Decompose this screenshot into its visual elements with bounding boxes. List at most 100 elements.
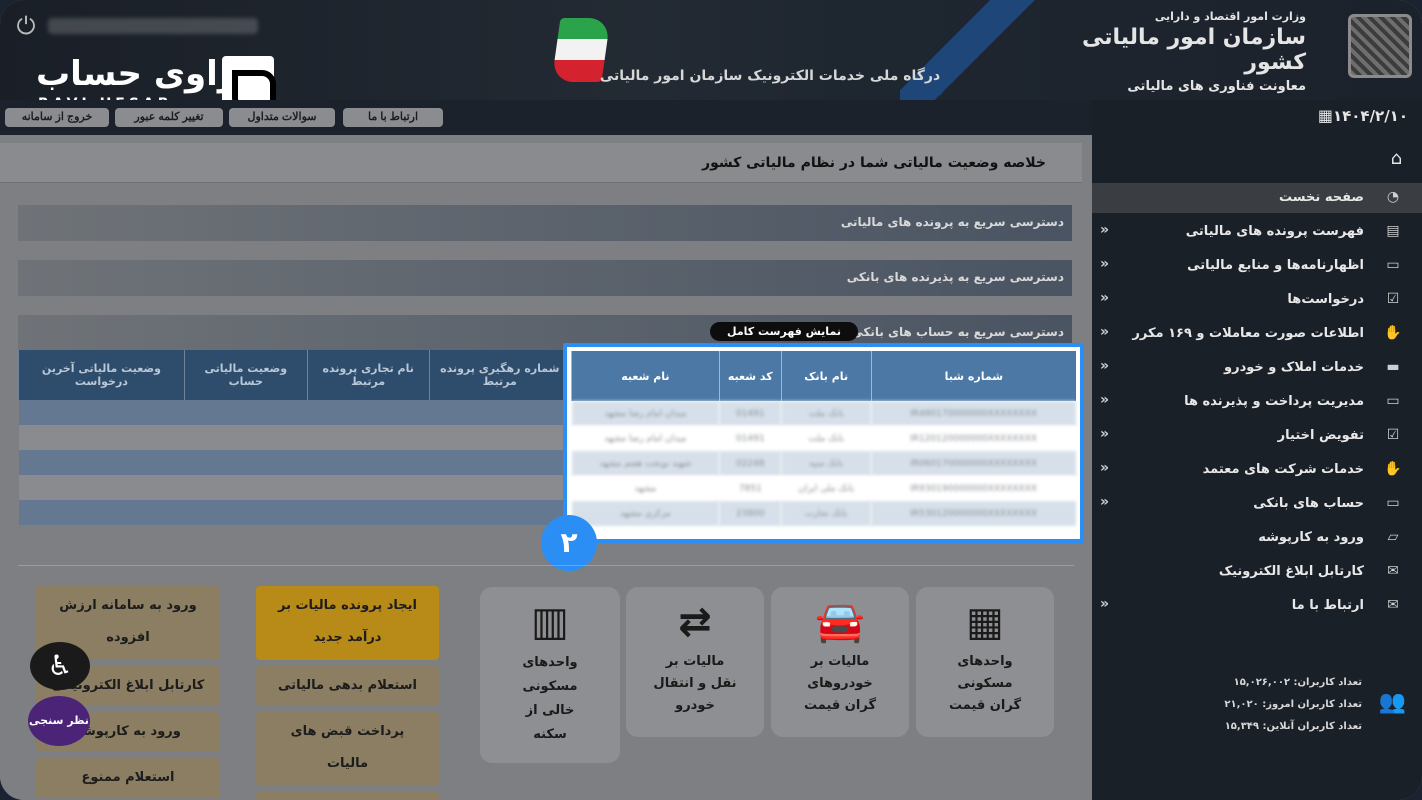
survey-button[interactable]: نظر سنجی — [28, 696, 90, 746]
mail-icon: ✉ — [1387, 597, 1399, 613]
logout-button[interactable]: خروج از سامانه — [5, 108, 109, 127]
sidebar-item-payments[interactable]: ▭ مدیریت پرداخت و پذیرنده ها « — [1092, 387, 1422, 417]
card-line: خالی از — [525, 703, 575, 718]
sidebar-item-declarations[interactable]: ▭ اظهارنامه‌ها و منابع مالیاتی « — [1092, 251, 1422, 281]
sidebar-item-label: خدمات املاک و خودرو — [1224, 360, 1364, 375]
contact-button[interactable]: ارتباط با ما — [343, 108, 443, 127]
card-line: خودرو — [675, 698, 715, 713]
card-line: گران قیمت — [948, 698, 1022, 713]
card-luxury-cars[interactable]: 🚘 مالیات بر خودروهای گران قیمت — [771, 587, 909, 737]
table-row[interactable]: میدان امام رضا مشهد 01491 بانک ملت IR120… — [571, 426, 1076, 451]
handshake-icon: ✋ — [1384, 461, 1402, 477]
sidebar-item-property-car[interactable]: ▬ خدمات املاک و خودرو « — [1092, 353, 1422, 383]
col-branch-code: کد شعبه — [718, 351, 782, 401]
cell-branch-code: 01491 — [719, 401, 782, 426]
cell-branch-name: میدان امام رضا مشهد — [571, 401, 720, 426]
banned-inquiry-button[interactable]: استعلام ممنوع — [36, 758, 220, 798]
table-row[interactable]: مشهد 7851 بانک ملی ایران IR930190000000X… — [571, 476, 1076, 501]
chevron-left-icon: « — [1100, 460, 1110, 476]
cell-bank: بانک ملی ایران — [781, 476, 872, 501]
checklist-icon: ☑ — [1386, 291, 1400, 307]
deputy-label: معاونت فناوری های مالیاتی — [1127, 79, 1306, 94]
power-icon[interactable]: ⏻ — [12, 12, 40, 40]
chevron-left-icon: « — [1100, 222, 1110, 238]
sidebar-item-requests[interactable]: ☑ درخواست‌ها « — [1092, 285, 1422, 315]
sidebar-item-label: فهرست پرونده های مالیاتی — [1185, 224, 1364, 239]
sidebar-item-label: ارتباط با ما — [1291, 598, 1364, 613]
stat-today-users: تعداد کاربران امروز: ۲۱,۰۲۰ — [1224, 699, 1362, 710]
cell-branch-name: مرکزی مشهد — [571, 501, 720, 526]
building-icon: ▦ — [966, 599, 1004, 645]
new-tax-file-button[interactable]: ایجاد پرونده مالیات بر درآمد جدید — [256, 586, 439, 660]
card-line: گران قیمت — [803, 698, 877, 713]
chevron-left-icon: « — [1100, 392, 1110, 408]
stat-total-users: تعداد کاربران: ۱۵,۰۲۶,۰۰۲ — [1233, 677, 1362, 688]
tile-line: استعلام ممنوع — [81, 770, 175, 785]
home-icon[interactable]: ⌂ — [1391, 148, 1402, 169]
sidebar-item-label: اطلاعات صورت معاملات و ۱۶۹ مکرر — [1132, 326, 1364, 341]
card-line: مسکونی — [957, 676, 1013, 691]
sidebar-item-tax-files[interactable]: ▤ فهرست پرونده های مالیاتی « — [1092, 217, 1422, 247]
cell-bank: بانک سپه — [781, 451, 872, 476]
sidebar-item-bank-accounts[interactable]: ▭ حساب های بانکی « — [1092, 489, 1422, 519]
card-line: مالیات بر — [810, 654, 870, 669]
cell-sheba: IR930190000000XXXXXXXX — [871, 476, 1076, 501]
cell-branch-name: مشهد — [571, 476, 720, 501]
sidebar-item-ecartable[interactable]: ✉ کارتابل ابلاغ الکترونیک — [1092, 557, 1422, 587]
sidebar-item-contact[interactable]: ✉ ارتباط با ما « — [1092, 591, 1422, 621]
sidebar-item-workdesk[interactable]: ▱ ورود به کارپوشه — [1092, 523, 1422, 553]
sidebar-item-label: مدیریت پرداخت و پذیرنده ها — [1184, 394, 1364, 409]
table-row[interactable]: میدان امام رضا مشهد 01491 بانک ملت IR480… — [571, 401, 1076, 426]
pay-receipt-button[interactable]: پرداخت قبض های مالیات — [256, 712, 439, 786]
more-tile[interactable] — [256, 792, 439, 800]
user-name — [48, 18, 258, 34]
step-badge: ۲ — [541, 515, 597, 571]
sidebar-item-home[interactable]: ◔ صفحه نخست — [1092, 183, 1422, 213]
cell-branch-name: شهید نوبخت هفتم مشهد — [571, 451, 720, 476]
current-date: ۱۴۰۴/۲/۱۰▦ — [1308, 106, 1408, 125]
document-icon: ▭ — [1386, 257, 1400, 273]
debt-inquiry-button[interactable]: استعلام بدهی مالیاتی — [256, 666, 439, 706]
table-row[interactable]: شهید نوبخت هفتم مشهد 02248 بانک سپه IR06… — [571, 451, 1076, 476]
faq-button[interactable]: سوالات متداول — [229, 108, 335, 127]
cell-branch-code: 7851 — [719, 476, 782, 501]
watermark-fa: راوی حساب — [36, 54, 238, 94]
sidebar-item-trusted-firms[interactable]: ✋ خدمات شرکت های معتمد « — [1092, 455, 1422, 485]
accessibility-icon[interactable]: ♿ — [30, 642, 90, 690]
show-full-list-button[interactable]: نمایش فهرست کامل — [710, 322, 858, 341]
card-empty-housing[interactable]: ▥ واحدهای مسکونی خالی از سکنه — [480, 587, 620, 763]
card-car-transfer[interactable]: ⇄ مالیات بر نقل و انتقال خودرو — [626, 587, 764, 737]
users-icon: 👥 — [1378, 690, 1406, 715]
table-row — [18, 450, 570, 475]
sidebar-item-label: اظهارنامه‌ها و منابع مالیاتی — [1187, 258, 1364, 273]
table-row — [18, 425, 570, 450]
cell-branch-name: میدان امام رضا مشهد — [571, 426, 720, 451]
bank-accounts-extra-table: وضعیت مالیاتی آخرین درخواست وضعیت مالیات… — [18, 350, 570, 525]
card-line: مالیات بر — [665, 654, 725, 669]
card-luxury-housing[interactable]: ▦ واحدهای مسکونی گران قیمت — [916, 587, 1054, 737]
date-text: ۱۴۰۴/۲/۱۰ — [1332, 107, 1408, 125]
change-password-button[interactable]: تغییر کلمه عبور — [115, 108, 223, 127]
sidebar-item-delegation[interactable]: ☑ تفویض اختیار « — [1092, 421, 1422, 451]
tile-line: درآمد جدید — [313, 630, 382, 645]
col-trade-name: نام تجاری پرونده مرتبط — [306, 350, 430, 400]
tile-line: مالیات — [326, 756, 369, 771]
tile-line: پرداخت قبض های — [290, 724, 405, 739]
table-row[interactable]: مرکزی مشهد 23800 بانک تجارت IR5301200000… — [571, 501, 1076, 526]
car-transfer-icon: ⇄ — [678, 599, 712, 645]
card-line: واحدهای — [522, 655, 578, 670]
chevron-left-icon: « — [1100, 494, 1110, 510]
card-icon: ▭ — [1386, 495, 1400, 511]
col-last-request-status: وضعیت مالیاتی آخرین درخواست — [18, 350, 185, 400]
table-row — [18, 500, 570, 525]
app-frame: ⏻ راوی حساب RAVI HESAB درگاه ملی خدمات ا… — [0, 0, 1422, 800]
card-line: نقل و انتقال — [653, 676, 737, 691]
section-payments[interactable]: دسترسی سریع به پذیرنده های بانکی — [18, 260, 1072, 296]
summary-title: خلاصه وضعیت مالیاتی شما در نظام مالیاتی … — [702, 155, 1046, 171]
chevron-left-icon: « — [1100, 358, 1110, 374]
sidebar-item-transactions[interactable]: ✋ اطلاعات صورت معاملات و ۱۶۹ مکرر « — [1092, 319, 1422, 349]
cell-bank: بانک تجارت — [781, 501, 872, 526]
card-line: واحدهای — [957, 654, 1013, 669]
section-tax-files[interactable]: دسترسی سریع به پرونده های مالیاتی — [18, 205, 1072, 241]
car-icon: ▬ — [1386, 359, 1400, 375]
